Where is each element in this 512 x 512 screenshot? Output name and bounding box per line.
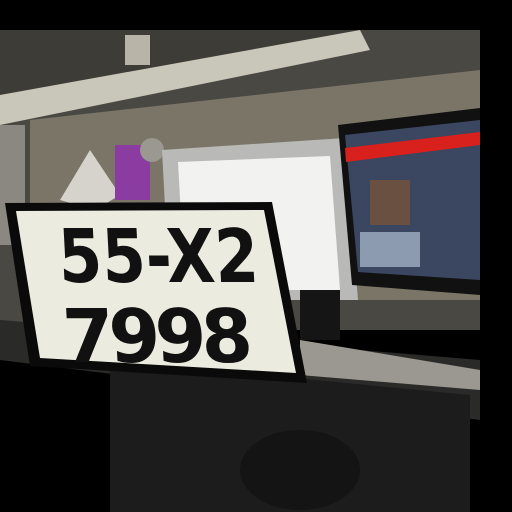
cd-disc xyxy=(140,138,164,162)
scene-drawing: 55-X2 7998 xyxy=(0,0,512,512)
screen-content xyxy=(360,232,420,267)
chair xyxy=(240,430,360,510)
plate-line-1: 55-X2 xyxy=(56,214,261,300)
office-desk-photo: 55-X2 7998 xyxy=(0,0,512,512)
video-thumbnail xyxy=(370,180,410,225)
frame-right xyxy=(480,0,512,512)
mug xyxy=(125,35,150,65)
speaker xyxy=(300,290,340,340)
plate-line-2: 7998 xyxy=(60,294,255,380)
frame-top xyxy=(0,0,512,30)
